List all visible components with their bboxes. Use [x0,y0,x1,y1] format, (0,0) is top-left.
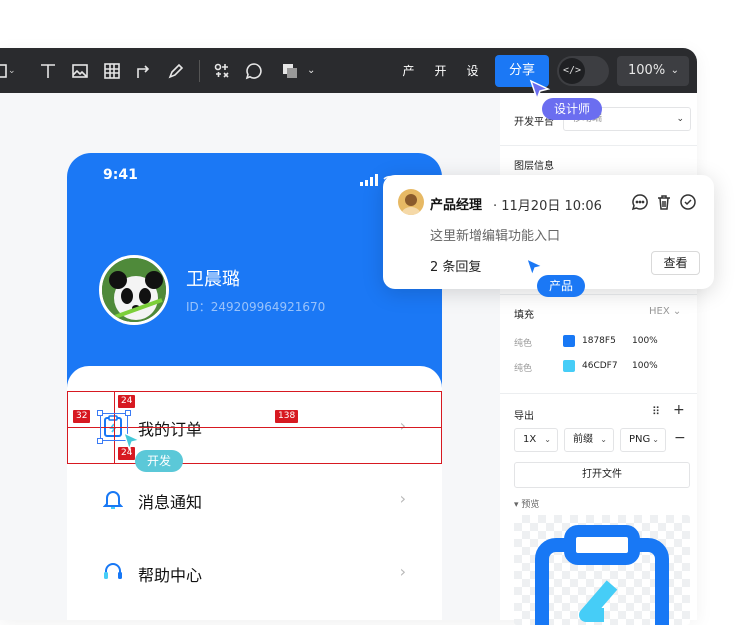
chevron-down-icon: ⌄ [600,435,607,444]
export-prefix-value: 前缀 [573,434,593,445]
collaborator-initial: 产 [402,64,415,78]
clipboard-preview-icon [535,525,669,625]
fill-type: 纯色 [514,364,533,374]
divider [500,145,697,146]
comment-icon[interactable] [244,61,264,81]
divider [500,393,697,394]
chevron-down-icon: ⌄ [652,435,659,444]
measure-label-left: 32 [73,410,91,423]
fill-hex[interactable]: 1878F5 [582,336,616,346]
fill-label: 填充 [514,310,534,321]
bell-icon [102,488,124,510]
resolve-icon[interactable] [679,193,697,211]
fill-format-select[interactable]: HEX ⌄ [649,306,681,317]
trash-icon[interactable] [655,193,673,211]
image-icon[interactable] [70,61,90,81]
menu-label: 帮助中心 [138,566,203,585]
menu-item-notifications[interactable]: 消息通知 › [67,464,442,537]
view-button[interactable]: 查看 [651,251,700,275]
components-icon[interactable] [212,61,232,81]
chevron-right-icon: › [399,562,406,581]
comment-date: · 11月20日 10:06 [493,199,602,214]
headset-icon [103,561,123,583]
export-format-select[interactable]: PNG ⌄ [620,428,666,452]
layer-info-label: 图层信息 [514,161,554,172]
fill-format-value: HEX [649,306,670,317]
menu-label: 消息通知 [138,493,203,512]
preview-label: 预览 [521,500,540,510]
resize-handle[interactable] [97,410,103,416]
connector-icon[interactable] [134,61,154,81]
text-icon[interactable] [38,61,58,81]
toolbar-divider [199,60,200,82]
comment-author: 产品经理 [430,198,483,213]
export-scale-select[interactable]: 1X ⌄ [514,428,558,452]
chevron-down-icon[interactable]: ⌄ [307,65,327,85]
preview-toggle[interactable]: ▾ 预览 [514,497,539,510]
cursor-label-product: 产品 [537,275,586,297]
collaborator-avatar[interactable]: 产 [396,59,421,84]
comment-text: 这里新增编辑功能入口 [430,229,561,244]
resize-handle[interactable] [125,410,131,416]
comment-popover: 产品经理 · 11月20日 10:06 这里新增编辑功能入口 2 条回复 查看 [383,175,714,289]
comment-replies[interactable]: 2 条回复 [430,256,481,275]
collaborator-initial: 开 [434,64,447,78]
fill-opacity[interactable]: 100% [632,336,658,346]
color-swatch[interactable] [563,335,575,347]
avatar [398,189,424,215]
export-format-value: PNG [629,434,651,445]
zoom-value: 100% [628,63,666,78]
boolean-icon[interactable] [280,61,300,81]
export-label: 导出 [514,411,534,422]
chevron-down-icon: ⌄ [676,114,684,124]
chevron-down-icon[interactable]: ⌄ [8,66,28,86]
remove-icon[interactable]: − [674,430,686,446]
status-time: 9:41 [103,167,138,183]
cursor-label-designer: 设计师 [542,98,603,120]
collaborator-initial: 设 [466,64,479,78]
pen-icon[interactable] [166,61,186,81]
fill-opacity[interactable]: 100% [632,361,658,371]
panda-avatar-image [102,258,166,322]
open-file-button[interactable]: 打开文件 [514,462,690,488]
add-icon[interactable]: + [673,402,685,418]
avatar[interactable] [99,255,169,325]
top-toolbar: ⌄ ⌄ 产 开 设 分享 </> 100% ⌄ [0,48,697,93]
export-scale-value: 1X [523,434,537,445]
reply-icon[interactable] [631,193,649,211]
code-mode-toggle[interactable]: </> [557,56,609,86]
user-name: 卫晨璐 [186,269,240,290]
fill-hex[interactable]: 46CDF7 [582,361,618,371]
collaborator-avatar[interactable]: 设 [460,59,485,84]
measure-label-right: 138 [275,410,299,423]
fill-type: 纯色 [514,339,533,349]
chevron-down-icon: ⌄ [544,435,551,444]
cursor-pointer-icon [122,431,142,452]
export-prefix-select[interactable]: 前缀 ⌄ [564,428,614,452]
code-icon: </> [559,58,585,84]
cursor-label-developer: 开发 [135,450,184,472]
user-id: ID：249209964921670 [186,300,326,314]
resize-handle[interactable] [97,438,103,444]
grid-settings-icon[interactable]: ⠿ [652,405,660,418]
chevron-right-icon: › [399,489,406,508]
color-swatch[interactable] [563,360,575,372]
chevron-down-icon: ⌄ [670,65,679,76]
table-icon[interactable] [102,61,122,81]
zoom-select[interactable]: 100% ⌄ [617,56,689,86]
export-preview [514,515,690,625]
collaborator-avatar[interactable]: 开 [428,59,453,84]
menu-item-help[interactable]: 帮助中心 › [67,537,442,610]
divider [500,294,697,295]
measure-label-top: 24 [118,395,136,408]
